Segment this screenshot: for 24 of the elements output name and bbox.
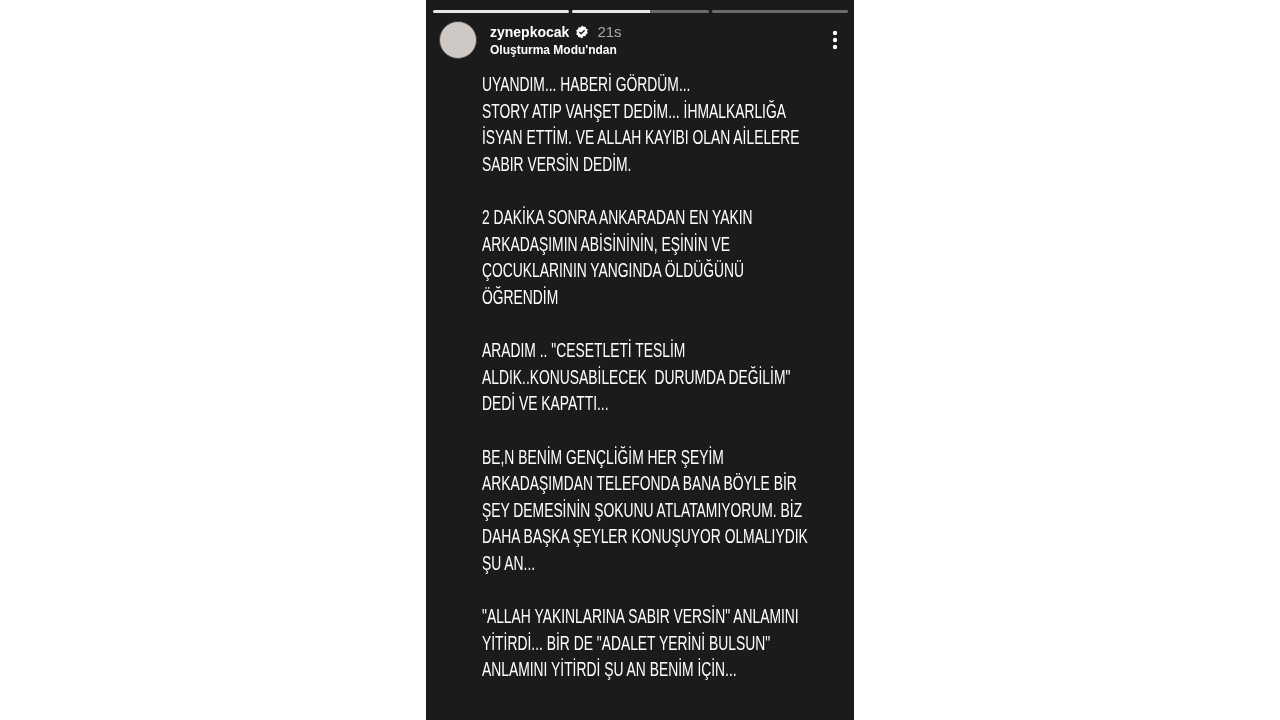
story-text-line: ŞU AN... — [482, 549, 536, 576]
story-text-line: ARKADAŞIMDAN TELEFONDA BANA BÖYLE BİR — [482, 470, 797, 497]
avatar[interactable] — [439, 21, 477, 59]
more-options-icon[interactable] — [832, 30, 838, 50]
story-text-line: ARADIM .. "CESETLETİ TESLİM — [482, 337, 686, 364]
story-text-line: ŞEY DEMESİNİN ŞOKUNU ATLATAMIYORUM. BİZ — [482, 496, 803, 523]
story-text-line: ÖĞRENDİM — [482, 283, 559, 310]
story-text-line: İSYAN ETTİM. VE ALLAH KAYIBI OLAN AİLELERE — [482, 124, 800, 151]
story-text-line: UYANDIM... HABERİ GÖRDÜM... — [482, 71, 691, 97]
story-text-line: ARKADAŞIMIN ABİSİNİNİN, EŞİNİN VE — [482, 230, 730, 257]
story-text-line: "ALLAH YAKINLARINA SABIR VERSİN" ANLAMINI — [482, 603, 799, 630]
story-text-line: DAHA BAŞKA ŞEYLER KONUŞUYOR OLMALIYDIK — [482, 523, 808, 550]
post-time: 21s — [597, 23, 622, 40]
story-text-line: ANLAMINI YİTİRDİ ŞU AN BENİM İÇİN... — [482, 656, 737, 683]
story-text-line: 2 DAKİKA SONRA ANKARADAN EN YAKIN — [482, 204, 753, 231]
story-text-line: ALDIK..KONUSABİLECEK DURUMDA DEĞİLİM" — [482, 363, 791, 390]
story-text-line: SABIR VERSİN DEDİM. — [482, 150, 632, 177]
subtitle: Oluşturma Modu'ndan — [490, 43, 618, 57]
story-text-line: BE,N BENİM GENÇLİĞİM HER ŞEYİM — [482, 443, 724, 470]
story-text-line: DEDİ VE KAPATTI... — [482, 390, 609, 417]
username[interactable]: zynepkocak — [490, 23, 570, 40]
story-text-line: YİTİRDİ... BİR DE "ADALET YERİNİ BULSUN" — [482, 629, 771, 656]
story-text-line: STORY ATIP VAHŞET DEDİM... İHMALKARLIĞA — [482, 97, 786, 124]
story-text-line: ÇOCUKLARININ YANGINDA ÖLDÜĞÜNÜ — [482, 257, 745, 284]
